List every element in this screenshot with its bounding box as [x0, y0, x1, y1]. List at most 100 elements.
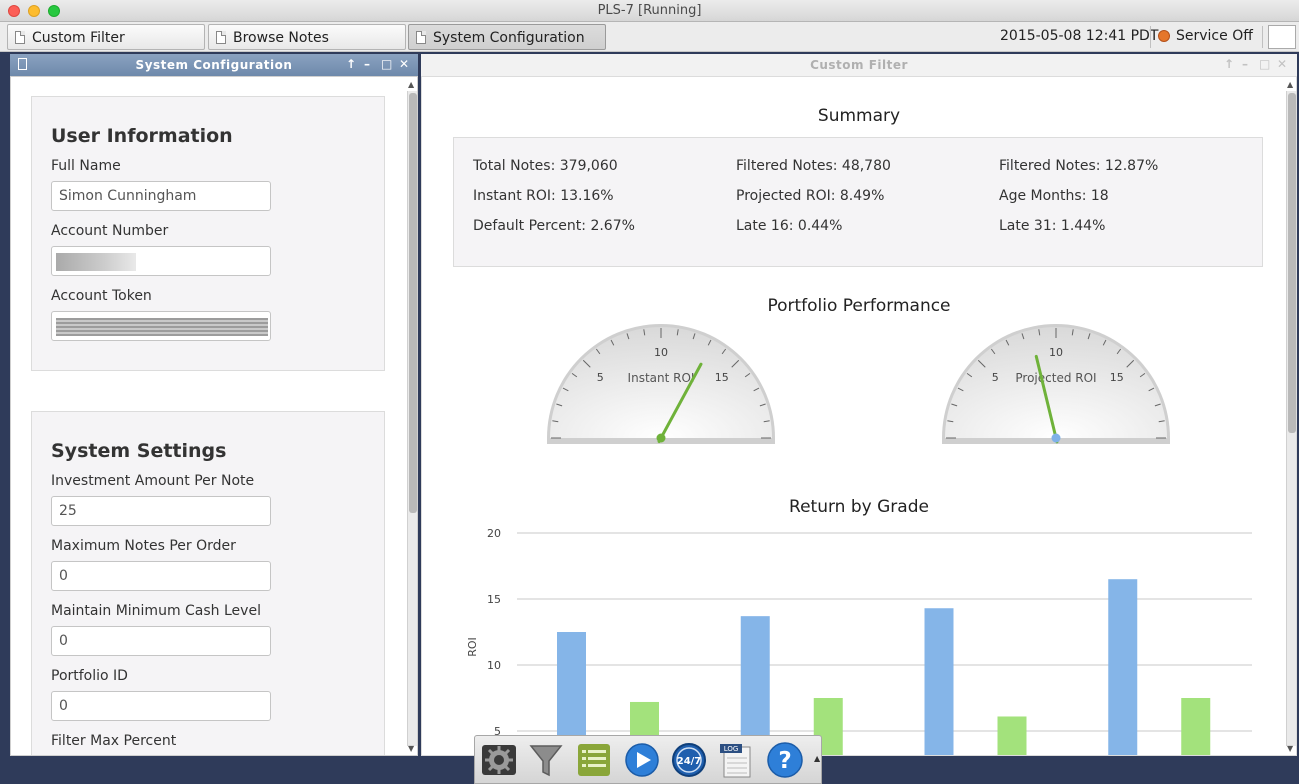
portfolio-id-label: Portfolio ID: [51, 668, 128, 684]
gauge-tick-label: 15: [1110, 371, 1124, 384]
scroll-up-icon[interactable]: ▲: [408, 80, 414, 89]
chart-y-axis-label: ROI: [466, 637, 479, 657]
gauge-tick-label: 15: [715, 371, 729, 384]
task-tab-label: System Configuration: [433, 30, 585, 46]
scroll-up-icon[interactable]: ▲: [1287, 80, 1293, 89]
chart-title: Return by Grade: [789, 497, 929, 517]
minimize-icon[interactable]: –: [364, 57, 371, 71]
masked-value: [56, 318, 268, 336]
divider: [1150, 26, 1151, 48]
projected-roi-gauge: 5 10 15 Projected ROI: [942, 324, 1170, 444]
chart-y-tick-label: 10: [487, 659, 501, 672]
user-information-card: User Information Full Name Simon Cunning…: [31, 96, 385, 371]
gauge-tick-label: 10: [1049, 346, 1063, 359]
help-text: ?: [778, 748, 791, 774]
gauge-label: Projected ROI: [1015, 371, 1096, 385]
custom-filter-panel: Summary Total Notes: 379,060 Filtered No…: [421, 76, 1297, 756]
stat-age-months: Age Months: 18: [999, 188, 1109, 204]
maximize-icon[interactable]: □: [381, 57, 393, 71]
divider: [1262, 26, 1263, 48]
account-token-label: Account Token: [51, 288, 152, 304]
log-text: LOG: [724, 745, 739, 753]
dock-overflow-icon[interactable]: ▲: [814, 754, 820, 763]
document-icon: [216, 31, 226, 44]
settings-icon[interactable]: [480, 741, 518, 779]
gauge-label: Instant ROI: [628, 371, 695, 385]
document-icon: [18, 58, 27, 70]
task-tab-label: Custom Filter: [32, 30, 125, 46]
stat-total-notes: Total Notes: 379,060: [473, 158, 618, 174]
task-tab-browse-notes[interactable]: Browse Notes: [208, 24, 406, 50]
gauge-tick-label: 5: [992, 371, 999, 384]
investment-amount-label: Investment Amount Per Note: [51, 473, 255, 489]
full-name-field[interactable]: Simon Cunningham: [51, 181, 271, 211]
task-tab-custom-filter[interactable]: Custom Filter: [7, 24, 205, 50]
minimum-cash-level-field[interactable]: 0: [51, 626, 271, 656]
clock-datetime: 2015-05-08 12:41 PDT: [1000, 28, 1159, 44]
24-7-icon[interactable]: 24/7: [670, 741, 708, 779]
account-token-field[interactable]: [51, 311, 271, 341]
close-icon[interactable]: ✕: [399, 57, 410, 71]
scroll-thumb[interactable]: [1288, 93, 1296, 433]
chart-bar: [997, 716, 1027, 755]
app-titlebar: PLS-7 [Running]: [0, 0, 1299, 22]
stat-projected-roi: Projected ROI: 8.49%: [736, 188, 885, 204]
summary-heading: Summary: [817, 106, 901, 126]
scroll-down-icon[interactable]: ▼: [408, 744, 414, 753]
taskbar: Custom Filter Browse Notes System Config…: [0, 22, 1299, 52]
pin-up-icon[interactable]: ↑: [346, 57, 357, 71]
minimize-icon[interactable]: –: [1242, 57, 1249, 71]
chart-bar: [1181, 698, 1211, 755]
minimum-cash-level-label: Maintain Minimum Cash Level: [51, 603, 261, 619]
system-settings-card: System Settings Investment Amount Per No…: [31, 411, 385, 755]
return-by-grade-chart: Return by GradeROI5101520: [466, 497, 1252, 755]
max-notes-per-order-label: Maximum Notes Per Order: [51, 538, 236, 554]
service-status-label: Service Off: [1176, 28, 1253, 44]
system-configuration-title: System Configuration: [135, 58, 293, 72]
list-icon[interactable]: [575, 741, 613, 779]
chart-bar: [1108, 579, 1138, 755]
filter-icon[interactable]: [527, 741, 565, 779]
account-number-field[interactable]: [51, 246, 271, 276]
summary-box: Total Notes: 379,060 Filtered Notes: 48,…: [453, 137, 1263, 267]
document-icon: [15, 31, 25, 44]
portfolio-performance-heading: Portfolio Performance: [767, 296, 951, 316]
gauge-tick-label: 10: [654, 346, 668, 359]
custom-filter-titlebar[interactable]: Custom Filter ↑ – □ ✕: [421, 54, 1297, 76]
app-title: PLS-7 [Running]: [597, 3, 702, 18]
system-configuration-titlebar[interactable]: System Configuration ↑ – □ ✕: [10, 54, 418, 76]
chart-bar: [924, 608, 954, 755]
taskbar-blank-control[interactable]: [1268, 25, 1296, 49]
log-icon[interactable]: LOG: [718, 741, 756, 779]
document-icon: [416, 31, 426, 44]
help-icon[interactable]: ?: [766, 741, 804, 779]
gauge-hub: [1051, 433, 1061, 443]
scroll-thumb[interactable]: [409, 93, 417, 513]
left-vertical-scrollbar[interactable]: [407, 91, 417, 746]
right-vertical-scrollbar[interactable]: [1286, 91, 1296, 746]
service-status-icon: [1158, 30, 1170, 42]
play-icon[interactable]: [623, 741, 661, 779]
close-icon[interactable]: ✕: [1277, 57, 1288, 71]
pin-up-icon[interactable]: ↑: [1224, 57, 1235, 71]
stat-filtered-notes: Filtered Notes: 48,780: [736, 158, 891, 174]
full-name-label: Full Name: [51, 158, 121, 174]
task-tab-system-configuration[interactable]: System Configuration: [408, 24, 606, 50]
masked-value: [56, 253, 136, 271]
scroll-down-icon[interactable]: ▼: [1287, 744, 1293, 753]
chart-y-tick-label: 15: [487, 593, 501, 606]
stat-late-31: Late 31: 1.44%: [999, 218, 1106, 234]
account-number-label: Account Number: [51, 223, 169, 239]
user-information-heading: User Information: [51, 125, 233, 147]
portfolio-id-field[interactable]: 0: [51, 691, 271, 721]
gauge-tick-label: 5: [597, 371, 604, 384]
filter-max-percent-label: Filter Max Percent: [51, 733, 177, 749]
investment-amount-field[interactable]: 25: [51, 496, 271, 526]
task-tab-label: Browse Notes: [233, 30, 329, 46]
maximize-icon[interactable]: □: [1259, 57, 1271, 71]
service-status-button[interactable]: Service Off: [1158, 28, 1253, 44]
instant-roi-gauge: 5 10 15 Instant ROI: [547, 324, 775, 444]
max-notes-per-order-field[interactable]: 0: [51, 561, 271, 591]
stat-filtered-percent: Filtered Notes: 12.87%: [999, 158, 1159, 174]
system-configuration-panel: User Information Full Name Simon Cunning…: [10, 76, 418, 756]
